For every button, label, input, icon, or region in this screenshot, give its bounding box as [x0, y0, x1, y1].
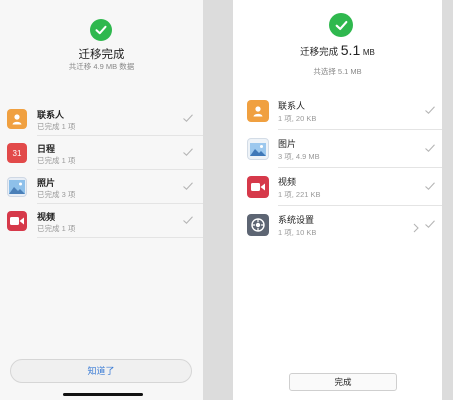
- transfer-size-value: 5.1: [340, 42, 361, 58]
- right-screen: 迁移完成 5.1 MB 共选择 5.1 MB 联系人 1 项, 20 KB 图片…: [233, 0, 442, 400]
- page-title: 迁移完成: [78, 49, 125, 61]
- item-label: 联系人: [37, 110, 65, 120]
- success-check-icon: [90, 19, 112, 41]
- calendar-icon: 31: [7, 143, 27, 163]
- checkmark-icon: [424, 142, 436, 154]
- checkmark-icon: [424, 104, 436, 116]
- checkmark-icon: [182, 180, 194, 192]
- item-status: 已完成 1 项: [37, 156, 76, 165]
- panel-gap: [203, 0, 233, 400]
- video-icon: [7, 211, 27, 231]
- got-it-button[interactable]: 知道了: [10, 359, 192, 383]
- item-label: 日程: [37, 144, 56, 154]
- checkmark-icon: [182, 112, 194, 124]
- gallery-icon: [247, 138, 269, 160]
- home-indicator[interactable]: [63, 393, 143, 396]
- checkmark-icon: [182, 214, 194, 226]
- selection-summary: 共选择 5.1 MB: [313, 67, 362, 76]
- item-status: 1 项, 20 KB: [278, 114, 317, 123]
- item-status: 3 项, 4.9 MB: [278, 152, 320, 161]
- list-item-video[interactable]: 视频 1 项, 221 KB: [233, 168, 442, 206]
- item-status: 已完成 1 项: [37, 224, 76, 233]
- done-button[interactable]: 完成: [289, 373, 397, 391]
- item-status: 1 项, 10 KB: [278, 228, 317, 237]
- list-item-contacts[interactable]: 联系人 1 项, 20 KB: [233, 92, 442, 130]
- chevron-right-icon[interactable]: [412, 220, 420, 233]
- item-label: 视频: [278, 177, 297, 187]
- contacts-icon: [7, 109, 27, 129]
- list-item-photos[interactable]: 照片 已完成 3 项: [0, 170, 203, 204]
- item-status: 已完成 1 项: [37, 122, 76, 131]
- list-item-calendar[interactable]: 31 日程 已完成 1 项: [0, 136, 203, 170]
- item-status: 已完成 3 项: [37, 190, 76, 199]
- contacts-icon: [247, 100, 269, 122]
- checkmark-icon: [424, 218, 436, 230]
- checkmark-icon: [424, 180, 436, 192]
- item-label: 系统设置: [278, 215, 315, 225]
- title-prefix: 迁移完成: [300, 47, 339, 58]
- item-label: 视频: [37, 212, 56, 222]
- list-item-system-settings[interactable]: 系统设置 1 项, 10 KB: [233, 206, 442, 244]
- item-label: 联系人: [278, 101, 306, 111]
- panel-edge: [442, 0, 453, 400]
- item-label: 图片: [278, 139, 297, 149]
- checkmark-icon: [182, 146, 194, 158]
- list-item-contacts[interactable]: 联系人 已完成 1 项: [0, 102, 203, 136]
- divider: [37, 237, 203, 238]
- transfer-summary: 共迁移 4.9 MB 数据: [68, 62, 135, 71]
- list-item-gallery[interactable]: 图片 3 项, 4.9 MB: [233, 130, 442, 168]
- list-item-video[interactable]: 视频 已完成 1 项: [0, 204, 203, 238]
- transfer-size-unit: MB: [362, 48, 375, 57]
- left-screen: 迁移完成 共迁移 4.9 MB 数据 联系人 已完成 1 项 31 日程 已完成…: [0, 0, 203, 400]
- photos-icon: [7, 177, 27, 197]
- success-check-icon: [329, 13, 353, 37]
- settings-icon: [247, 214, 269, 236]
- video-icon: [247, 176, 269, 198]
- item-label: 照片: [37, 178, 56, 188]
- item-status: 1 项, 221 KB: [278, 190, 321, 199]
- page-title: 迁移完成 5.1 MB: [233, 42, 442, 58]
